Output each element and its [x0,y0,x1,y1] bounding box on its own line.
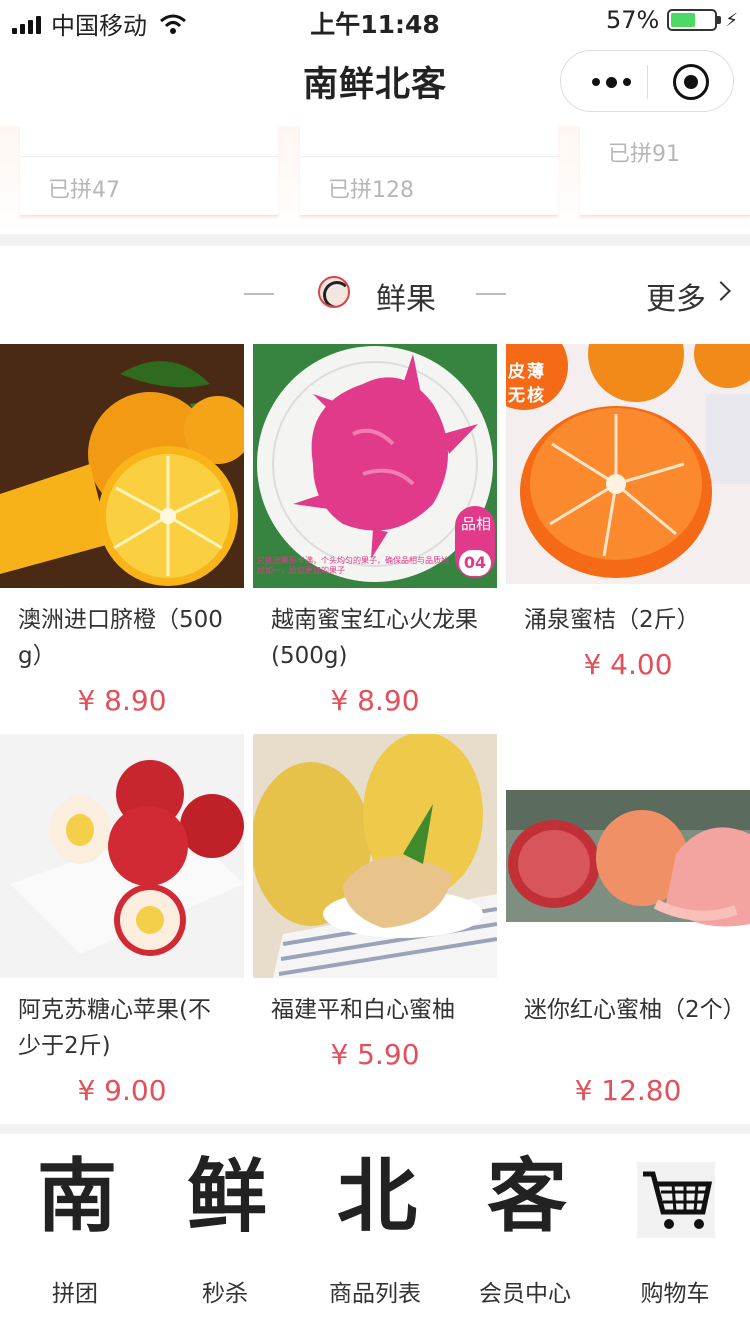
menu-item-group-buy[interactable]: 南 拼团 [0,1134,150,1334]
battery-icon [667,9,722,31]
menu-label: 秒杀 [202,1281,248,1307]
close-target-icon[interactable] [673,64,709,100]
joined-count: 已拼91 [608,142,680,167]
product-price: ¥ 8.90 [330,684,420,717]
product-name: 越南蜜宝红心火龙果(500g) [271,607,478,669]
battery-percent: 57% [606,6,660,34]
group-buy-card[interactable]: 已拼91 [580,126,750,216]
pomelo-photo[interactable] [253,734,497,978]
menu-item-flash-sale[interactable]: 鲜 秒杀 [150,1134,300,1334]
dash-right [476,293,506,295]
menu-item-product-list[interactable]: 北 商品列表 [300,1134,450,1334]
brand-logo-icon [318,276,350,308]
shopping-cart-icon [637,1162,715,1238]
section-divider [0,1124,750,1134]
calligraphy-glyph: 客 [487,1149,567,1243]
product-name: 迷你红心蜜柚（2个） [524,997,746,1023]
dragon-fruit-photo[interactable]: 品相 04 只挑选果形丰满，个头均匀的果子，确保品相与品质始终如一，给您更好的果… [253,344,497,588]
group-buy-card[interactable]: 已拼128 [300,126,558,216]
product-price: ¥ 9.00 [77,1074,167,1107]
more-dots-icon[interactable] [583,69,639,95]
product-price: ¥ 8.90 [77,684,167,717]
section-header: 鲜果 更多 [0,246,750,342]
promo-tag: 皮薄无核 [508,362,546,406]
product-name: 涌泉蜜桔（2斤） [524,607,700,633]
red-pomelo-photo[interactable] [506,734,750,978]
joined-count: 已拼47 [48,178,120,203]
menu-label: 会员中心 [479,1281,571,1307]
group-buy-card[interactable]: 已拼47 [20,126,278,216]
quality-badge: 品相 [460,515,491,533]
calligraphy-glyph: 鲜 [187,1149,267,1243]
menu-item-cart[interactable]: 购物车 [600,1134,750,1334]
capsule-divider [647,65,648,99]
more-link[interactable]: 更多 [646,274,706,318]
menu-label: 拼团 [52,1281,98,1307]
product-name: 福建平和白心蜜柚 [271,997,455,1023]
charging-icon: ⚡ [725,9,738,31]
quality-badge-number: 04 [459,550,491,576]
group-buy-strip: 已拼47 已拼128 已拼91 [0,126,750,234]
apple-photo[interactable] [0,734,244,978]
bottom-menu: 南 拼团 鲜 秒杀 北 商品列表 客 会员中心 购物车 [0,1134,750,1334]
section-divider [0,234,750,246]
mini-program-capsule [560,50,734,112]
dash-left [244,293,274,295]
navigation-bar: 南鲜北客 [0,40,750,126]
chevron-right-icon[interactable] [711,281,731,301]
navel-orange-photo[interactable] [0,344,244,588]
menu-item-member-center[interactable]: 客 会员中心 [450,1134,600,1334]
status-bar: 中国移动 上午11:48 57% ⚡ [0,0,750,40]
product-price: ¥ 5.90 [330,1038,420,1071]
product-price: ¥ 12.80 [574,1074,682,1107]
product-name: 澳洲进口脐橙（500g） [18,607,223,669]
menu-label: 购物车 [640,1281,710,1307]
tangerine-photo[interactable]: 皮薄无核 [506,344,750,584]
calligraphy-glyph: 北 [337,1149,417,1243]
product-price: ¥ 4.00 [583,648,673,681]
section-title: 鲜果 [376,282,436,317]
image-caption: 只挑选果形丰满，个头均匀的果子，确保品相与品质始终如一，给您更好的果子 [257,556,449,575]
calligraphy-glyph: 南 [37,1149,117,1243]
joined-count: 已拼128 [328,178,414,203]
menu-label: 商品列表 [329,1281,421,1307]
product-name: 阿克苏糖心苹果(不少于2斤) [18,997,211,1059]
